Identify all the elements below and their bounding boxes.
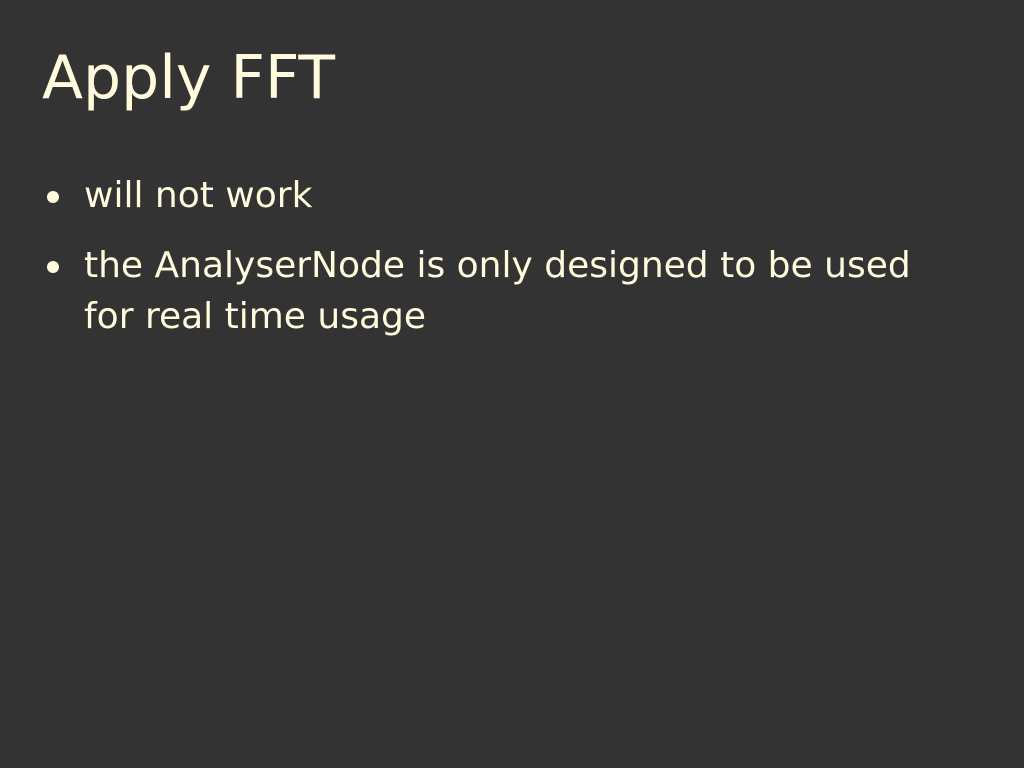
bullet-dot bbox=[47, 191, 59, 203]
presentation-slide: Apply FFT will not work the AnalyserNode… bbox=[0, 0, 1024, 768]
bullet-item: the AnalyserNode is only designed to be … bbox=[47, 240, 944, 342]
bullet-dot bbox=[47, 261, 59, 273]
bullet-list: will not work the AnalyserNode is only d… bbox=[0, 170, 1024, 361]
bullet-text: will not work bbox=[84, 175, 313, 216]
slide-title: Apply FFT bbox=[42, 43, 336, 113]
bullet-item: will not work bbox=[47, 170, 944, 221]
bullet-text: the AnalyserNode is only designed to be … bbox=[84, 245, 911, 337]
